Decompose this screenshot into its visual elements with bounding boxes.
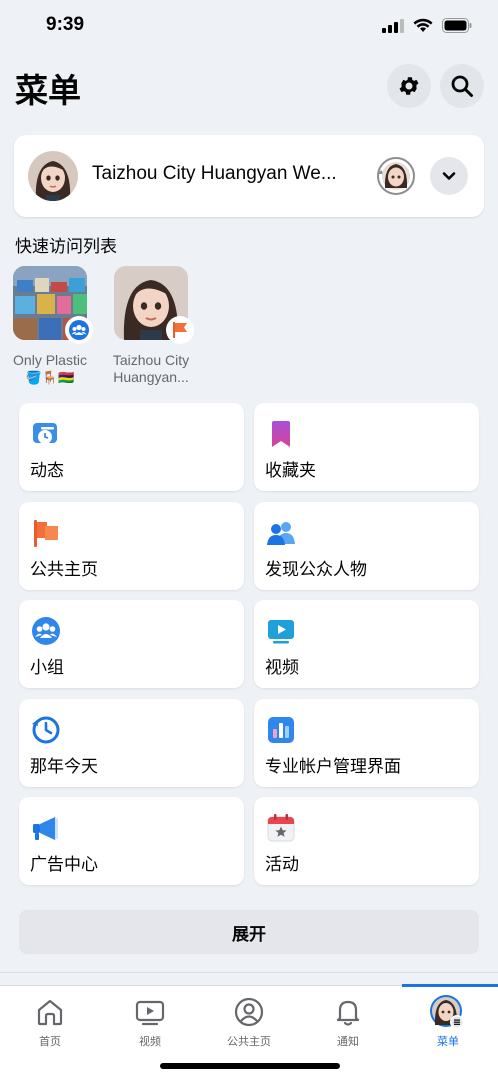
shortcuts-section-title: 快速访问列表 — [15, 237, 117, 257]
tab-label: 通知 — [337, 1035, 359, 1048]
shortcut-item[interactable]: Taizhou City Huangyan... — [101, 266, 201, 386]
tile-label: 视频 — [265, 658, 299, 678]
status-time: 9:39 — [46, 14, 85, 35]
saved-bookmark-icon — [266, 419, 296, 449]
settings-button[interactable] — [387, 64, 431, 108]
menu-tile-video[interactable]: 视频 — [254, 600, 479, 688]
tab-home[interactable]: 首页 — [0, 986, 100, 1056]
menu-tile-ad-center[interactable]: 广告中心 — [19, 797, 244, 885]
tile-label: 广告中心 — [30, 855, 98, 875]
shortcut-item[interactable]: Only Plastic 🪣🪑🇲🇺 — [0, 266, 100, 386]
tile-label: 活动 — [265, 855, 299, 875]
menu-tile-discover-people[interactable]: 发现公众人物 — [254, 502, 479, 590]
shortcut-label: Only Plastic 🪣🪑🇲🇺 — [0, 352, 100, 386]
profile-card[interactable]: Taizhou City Huangyan We... — [14, 135, 484, 217]
bell-icon — [332, 996, 364, 1028]
memories-clock-icon — [31, 715, 61, 745]
expand-button[interactable]: 展开 — [19, 910, 479, 954]
switch-profile-icon[interactable] — [376, 156, 416, 196]
tab-profile[interactable]: 公共主页 — [199, 986, 299, 1056]
menu-avatar-icon — [429, 994, 465, 1030]
discover-people-icon — [266, 518, 296, 548]
home-icon — [34, 996, 66, 1028]
battery-icon — [442, 18, 472, 33]
search-button[interactable] — [440, 64, 484, 108]
tile-label: 发现公众人物 — [265, 560, 367, 580]
tab-label: 公共主页 — [227, 1035, 271, 1048]
profile-dropdown-button[interactable] — [430, 157, 468, 195]
video-tab-icon — [134, 996, 166, 1028]
gear-icon — [399, 77, 419, 95]
home-indicator — [160, 1063, 340, 1069]
tile-label: 专业帐户管理界面 — [265, 757, 401, 777]
wifi-icon — [413, 18, 433, 32]
menu-tile-memories[interactable]: 那年今天 — [19, 699, 244, 787]
group-badge-icon — [65, 316, 93, 344]
profile-name: Taizhou City Huangyan We... — [92, 163, 337, 184]
tab-label: 菜单 — [437, 1035, 459, 1048]
menu-tile-groups[interactable]: 小组 — [19, 600, 244, 688]
profile-tab-icon — [233, 996, 265, 1028]
chevron-down-icon — [442, 172, 456, 180]
menu-tile-saved[interactable]: 收藏夹 — [254, 403, 479, 491]
events-calendar-icon — [266, 813, 296, 843]
shortcut-label-line: Taizhou City — [112, 352, 190, 368]
tab-label: 视频 — [139, 1035, 161, 1048]
menu-tile-professional-dashboard[interactable]: 专业帐户管理界面 — [254, 699, 479, 787]
tile-label: 那年今天 — [30, 757, 98, 777]
tab-video[interactable]: 视频 — [100, 986, 200, 1056]
tile-label: 收藏夹 — [265, 461, 316, 481]
groups-icon — [31, 616, 61, 646]
shortcut-thumbnail — [13, 266, 93, 344]
menu-tile-pages[interactable]: 公共主页 — [19, 502, 244, 590]
tab-notifications[interactable]: 通知 — [298, 986, 398, 1056]
tab-label: 首页 — [39, 1035, 61, 1048]
cellular-signal-icon — [382, 18, 404, 33]
tile-label: 公共主页 — [30, 560, 98, 580]
tile-label: 小组 — [30, 658, 64, 678]
status-icons — [382, 18, 472, 33]
tile-label: 动态 — [30, 461, 64, 481]
status-bar: 9:39 — [0, 0, 498, 54]
shortcut-label-line: Huangyan... — [113, 369, 189, 385]
pages-flag-icon — [31, 518, 61, 548]
page-flag-badge-icon — [166, 316, 194, 344]
video-icon — [266, 616, 296, 646]
search-icon — [451, 75, 473, 97]
divider — [0, 972, 498, 973]
shortcut-thumbnail — [114, 266, 194, 344]
menu-tile-events[interactable]: 活动 — [254, 797, 479, 885]
header: 菜单 — [0, 62, 498, 110]
menu-tile-feeds[interactable]: 动态 — [19, 403, 244, 491]
shortcut-label-emoji: 🪣🪑🇲🇺 — [25, 370, 75, 385]
feeds-icon — [31, 419, 61, 449]
ad-center-megaphone-icon — [31, 813, 61, 843]
professional-dashboard-icon — [266, 715, 296, 745]
page-title: 菜单 — [15, 71, 81, 110]
shortcut-label: Taizhou City Huangyan... — [101, 352, 201, 386]
tab-menu[interactable]: 菜单 — [398, 986, 498, 1056]
shortcut-label-line: Only Plastic — [13, 352, 87, 368]
avatar[interactable] — [28, 151, 78, 201]
